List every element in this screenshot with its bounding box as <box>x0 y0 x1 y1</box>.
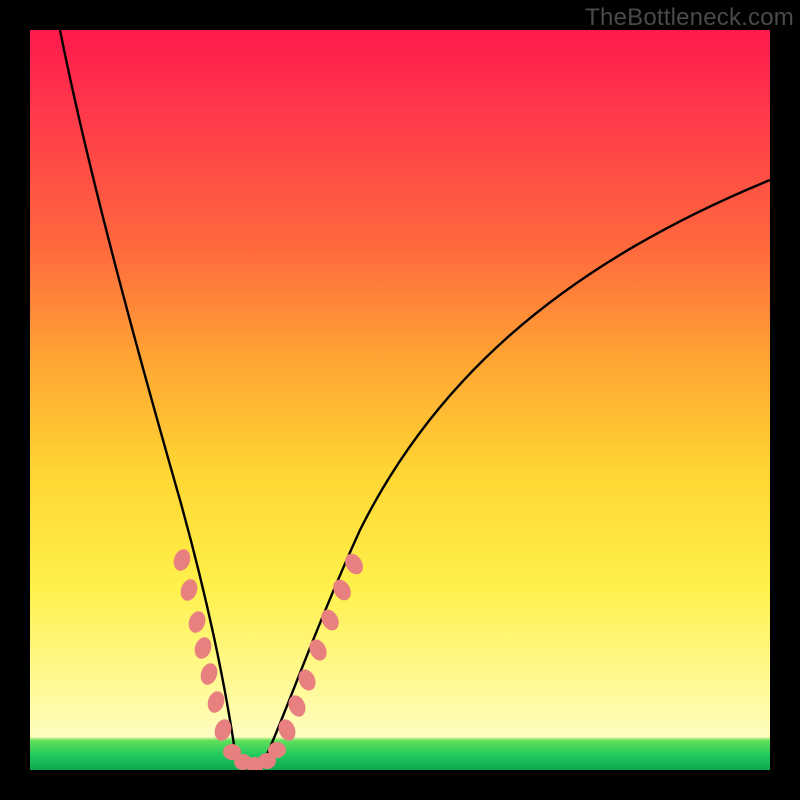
curve-layer <box>30 30 770 770</box>
curve-left-branch <box>60 30 237 765</box>
outer-black-frame: TheBottleneck.com <box>0 0 800 800</box>
marker-group-bottom <box>223 742 286 770</box>
curve-right-branch <box>260 180 770 769</box>
marker-group-right <box>275 550 366 743</box>
attribution-label: TheBottleneck.com <box>585 4 794 32</box>
plot-area <box>30 30 770 770</box>
marker-group-left <box>171 547 234 743</box>
